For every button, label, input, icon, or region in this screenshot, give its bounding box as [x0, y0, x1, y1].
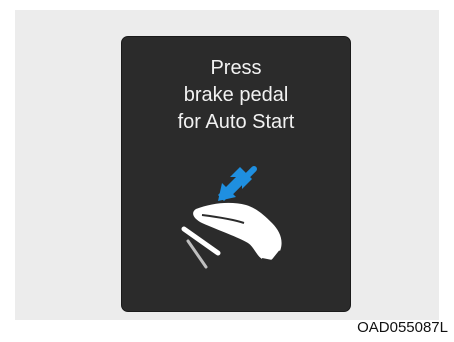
brake-pedal-illustration	[181, 166, 282, 269]
cluster-display: Press brake pedal for Auto Start	[121, 36, 351, 312]
auto-start-message: Press brake pedal for Auto Start	[122, 55, 350, 136]
foot-on-brake-pedal-icon	[181, 202, 282, 269]
message-line-3: for Auto Start	[177, 111, 295, 133]
message-line-1: Press	[210, 57, 262, 79]
message-line-2: brake pedal	[183, 84, 289, 106]
figure-code: OAD055087L	[357, 319, 448, 336]
down-left-arrow-icon	[218, 166, 257, 201]
